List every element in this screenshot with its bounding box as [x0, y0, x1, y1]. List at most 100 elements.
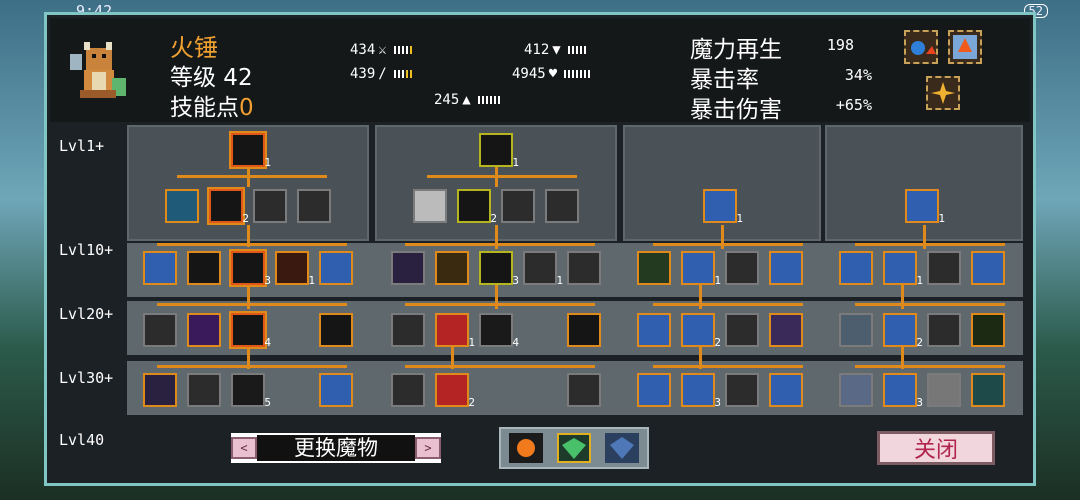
tree-edge	[855, 243, 1005, 246]
skill-node-locked[interactable]	[187, 373, 221, 407]
skill-node-flame-strike-2[interactable]: 2	[457, 189, 497, 225]
skill-node-check[interactable]	[391, 313, 425, 347]
skill-node-locked[interactable]	[725, 251, 759, 285]
skill-node-gauntlet[interactable]	[413, 189, 447, 223]
dragon-warrior-icon	[66, 34, 130, 106]
tree-edge	[157, 243, 347, 246]
skill-node-spark-slash-4[interactable]: 4	[231, 313, 271, 349]
skill-node-fire-fist[interactable]	[435, 251, 469, 285]
stat-defense: 412 ▼	[524, 42, 586, 58]
skill-node-spark-slash[interactable]: 1	[231, 133, 271, 169]
green-crest-icon[interactable]	[557, 433, 591, 463]
skill-node-green-sigil[interactable]	[637, 251, 671, 285]
mana-regen-label: 魔力再生	[690, 37, 782, 63]
skill-points-label: 技能点	[170, 95, 239, 121]
skill-node-blue-mirror-2[interactable]: 2	[883, 313, 923, 349]
stat-magic: 439 /	[350, 66, 412, 82]
row-label-lvl30: Lvl30+	[59, 369, 114, 387]
skill-node-blue-flask-3[interactable]: 3	[681, 373, 721, 409]
heart-icon: ♥	[548, 66, 558, 82]
skill-node-wind[interactable]: 1	[523, 251, 563, 287]
monster-tray	[499, 427, 649, 469]
skill-node-blue-mirror-3[interactable]: 3	[883, 373, 923, 409]
skill-node-blue-burst[interactable]	[769, 373, 803, 407]
skill-node-question[interactable]	[637, 313, 671, 347]
skill-node-dark-flame[interactable]: 4	[479, 313, 519, 349]
skill-node-spark-slash-3[interactable]: 3	[231, 251, 271, 287]
skill-node-blue-potion[interactable]: 1	[703, 189, 743, 225]
skill-node-locked[interactable]	[143, 313, 177, 347]
skill-node-blue-cross[interactable]	[319, 251, 353, 285]
skill-node-blue-flask[interactable]: 1	[681, 251, 721, 287]
skill-node-teal-heart[interactable]	[971, 373, 1005, 407]
stat-health: 4945 ♥	[512, 66, 591, 82]
tree-edge	[405, 243, 595, 246]
skill-node-locked[interactable]	[545, 189, 579, 223]
skill-node-whirlwind[interactable]	[165, 189, 199, 223]
row-label-lvl20: Lvl20+	[59, 305, 114, 323]
stat-speed: 245 ▲	[434, 92, 500, 108]
skill-node-castle[interactable]	[839, 373, 873, 407]
skill-node-heart[interactable]	[567, 313, 601, 347]
next-monster-button[interactable]: >	[415, 437, 441, 459]
skill-node-spark-slash-2[interactable]: 2	[209, 189, 249, 225]
boot-icon: ▲	[462, 92, 471, 108]
skill-node-orange-blade[interactable]	[319, 313, 353, 347]
skill-node-flame-strike[interactable]: 1	[479, 133, 519, 169]
skill-node-blue-wave[interactable]	[769, 313, 803, 347]
close-button[interactable]: 关闭	[877, 431, 995, 465]
skill-node-mana-up[interactable]	[637, 373, 671, 407]
skill-node-gear[interactable]	[391, 373, 425, 407]
skill-node-dark-blade[interactable]	[143, 373, 177, 407]
skill-node-blue-flask-2[interactable]: 2	[681, 313, 721, 349]
blue-crest-icon[interactable]	[605, 433, 639, 463]
crit-damage-label: 暴击伤害	[690, 97, 782, 123]
skill-node-statue[interactable]	[839, 313, 873, 347]
skill-node-blue-mirror[interactable]: 1	[883, 251, 923, 287]
skill-node-crit[interactable]	[567, 373, 601, 407]
skill-node-flame-strike-3[interactable]: 3	[479, 251, 519, 287]
row-label-lvl10: Lvl10+	[59, 241, 114, 259]
skill-node-locked[interactable]	[297, 189, 331, 223]
skill-node-blue-plus[interactable]	[839, 251, 873, 285]
speed-value: 245	[434, 92, 460, 108]
skill-node-locked[interactable]	[253, 189, 287, 223]
skill-node-flame-wave[interactable]: 1	[275, 251, 315, 287]
skill-node-gray-wave[interactable]	[927, 373, 961, 407]
skill-node-blue-cross-2[interactable]	[319, 373, 353, 407]
prev-monster-button[interactable]: <	[231, 437, 257, 459]
skill-node-blue-gears[interactable]	[143, 251, 177, 285]
swap-monster-button[interactable]: 更换魔物	[257, 435, 415, 461]
skill-node-dark-spark[interactable]: 5	[231, 373, 271, 409]
skill-node-purple-flame[interactable]	[187, 313, 221, 347]
skill-node-purple-blade[interactable]	[391, 251, 425, 285]
mana-up-icon[interactable]	[904, 30, 938, 64]
fire-orb-icon[interactable]	[509, 433, 543, 463]
skill-node-blue-arrow[interactable]: 1	[905, 189, 945, 225]
skill-node-crit-2[interactable]	[927, 313, 961, 347]
skill-node-red-slash[interactable]	[187, 251, 221, 285]
skill-node-green-ring[interactable]	[971, 313, 1005, 347]
tree-edge	[855, 365, 1005, 368]
tree-edge	[653, 365, 803, 368]
crit-rate-label: 暴击率	[690, 67, 759, 93]
sword-icon: ⚔	[378, 42, 387, 58]
skill-node-locked[interactable]	[501, 189, 535, 223]
skill-node-red-shield[interactable]: 1	[435, 313, 475, 349]
skill-node-question-2[interactable]	[971, 251, 1005, 285]
tree-edge	[157, 303, 347, 306]
tree-edge	[405, 303, 595, 306]
attack-value: 434	[350, 42, 376, 58]
hero-level: 等级 42	[170, 65, 253, 91]
sparkle-icon[interactable]	[926, 76, 960, 110]
skill-node-cd[interactable]	[725, 373, 759, 407]
fire-shield-icon[interactable]	[948, 30, 982, 64]
tree-edge	[653, 243, 803, 246]
tree-panel-4	[825, 125, 1023, 241]
skill-node-blue-orbs[interactable]	[769, 251, 803, 285]
skill-node-locked[interactable]	[927, 251, 961, 285]
skill-node-locked[interactable]	[725, 313, 759, 347]
skill-node-red-shield-2[interactable]: 2	[435, 373, 475, 409]
skill-node-locked[interactable]	[567, 251, 601, 285]
tree-edge	[427, 175, 577, 178]
